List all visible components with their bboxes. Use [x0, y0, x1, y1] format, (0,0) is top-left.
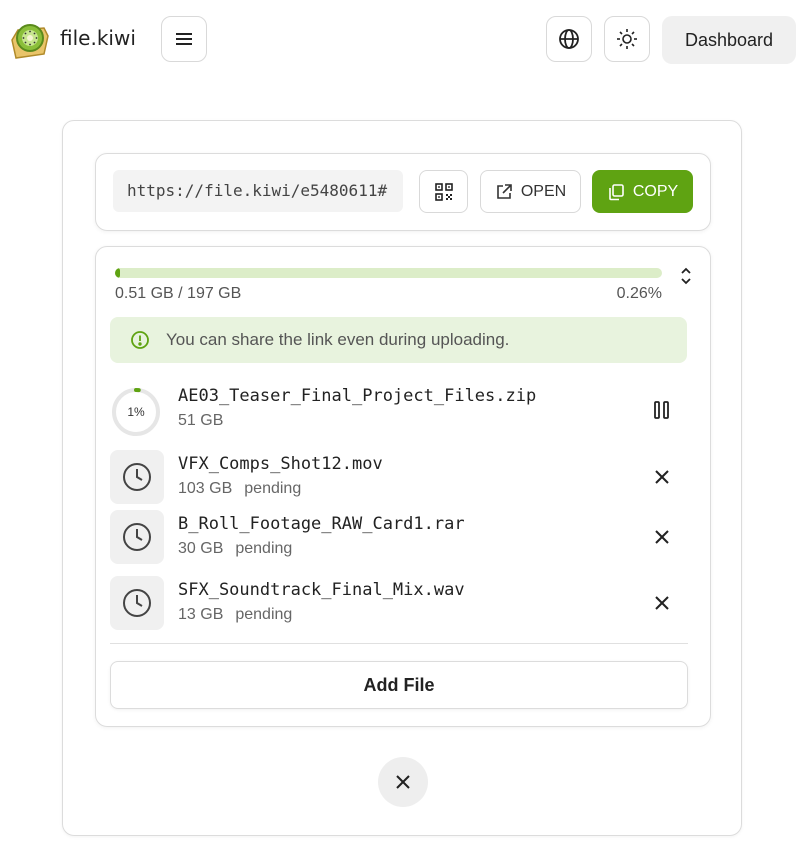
file-size-value: 30 GB: [178, 540, 224, 557]
close-icon: [396, 775, 410, 789]
external-link-icon: [497, 183, 512, 199]
close-icon: [655, 530, 669, 544]
file-size-value: 51 GB: [178, 412, 224, 429]
copy-icon: [609, 183, 624, 200]
pause-button[interactable]: [650, 398, 674, 422]
file-name: SFX_Soundtrack_Final_Mix.wav: [178, 580, 465, 600]
hamburger-icon: [176, 33, 192, 45]
file-name: B_Roll_Footage_RAW_Card1.rar: [178, 514, 465, 534]
language-button[interactable]: [546, 16, 592, 62]
clock-icon: [123, 589, 151, 617]
file-status: pending: [244, 480, 302, 497]
add-file-button[interactable]: Add File: [110, 661, 688, 709]
dashboard-button[interactable]: Dashboard: [662, 16, 796, 64]
globe-icon: [559, 29, 579, 49]
chevron-up-down-icon: [681, 267, 691, 285]
progress-percent-text: 0.26%: [616, 285, 662, 302]
share-url-field[interactable]: https://file.kiwi/e5480611#: [113, 170, 403, 212]
app-logo[interactable]: file.kiwi: [8, 14, 136, 62]
file-name: VFX_Comps_Shot12.mov: [178, 454, 383, 474]
qr-code-button[interactable]: [419, 170, 468, 213]
info-icon: [131, 331, 149, 349]
file-row-pending: VFX_Comps_Shot12.mov 103 GB pending: [110, 450, 688, 506]
pause-icon: [654, 401, 669, 419]
file-size-value: 103 GB: [178, 480, 233, 497]
file-meta: 13 GB pending: [178, 606, 292, 624]
file-size-value: 13 GB: [178, 606, 224, 623]
copy-link-button[interactable]: COPY: [592, 170, 693, 213]
upload-percent-label: 1%: [127, 405, 145, 419]
remove-file-button[interactable]: [650, 591, 674, 615]
menu-button[interactable]: [161, 16, 207, 62]
remove-file-button[interactable]: [650, 525, 674, 549]
open-label: OPEN: [520, 182, 567, 200]
file-row-pending: SFX_Soundtrack_Final_Mix.wav 13 GB pendin…: [110, 576, 688, 632]
remove-file-button[interactable]: [650, 465, 674, 489]
file-meta: 103 GB pending: [178, 480, 301, 498]
file-size: 51 GB: [178, 412, 223, 430]
close-icon: [655, 596, 669, 610]
kiwi-logo-icon: [11, 24, 49, 59]
share-notice-banner: You can share the link even during uploa…: [110, 317, 687, 363]
list-divider: [110, 643, 688, 644]
app-name: file.kiwi: [60, 26, 136, 50]
file-meta: 30 GB pending: [178, 540, 292, 558]
pending-clock-box: [110, 510, 164, 564]
file-status: pending: [235, 540, 293, 557]
qr-code-icon: [434, 182, 453, 201]
file-row-uploading: 1% AE03_Teaser_Final_Project_Files.zip 5…: [110, 386, 688, 442]
progress-size-text: 0.51 GB / 197 GB: [115, 285, 242, 302]
file-status: pending: [235, 606, 293, 623]
file-row-pending: B_Roll_Footage_RAW_Card1.rar 30 GB pendin…: [110, 510, 688, 566]
open-link-button[interactable]: OPEN: [480, 170, 581, 213]
total-progress-fill: [115, 268, 120, 278]
pending-clock-box: [110, 576, 164, 630]
close-icon: [655, 470, 669, 484]
theme-toggle-button[interactable]: [604, 16, 650, 62]
sun-icon: [617, 29, 637, 49]
clock-icon: [123, 463, 151, 491]
clock-icon: [123, 523, 151, 551]
copy-label: COPY: [632, 182, 679, 200]
close-panel-button[interactable]: [378, 757, 428, 807]
total-progress-bar: [115, 268, 662, 278]
file-name: AE03_Teaser_Final_Project_Files.zip: [178, 386, 537, 406]
collapse-toggle[interactable]: [676, 265, 696, 287]
notice-text: You can share the link even during uploa…: [166, 330, 510, 349]
pending-clock-box: [110, 450, 164, 504]
